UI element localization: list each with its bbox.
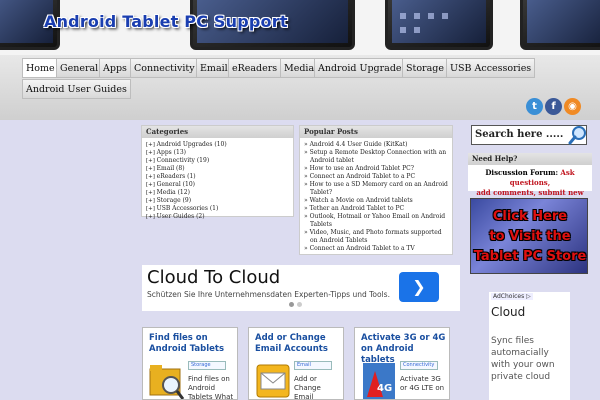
popular-post-link[interactable]: Connect an Android Tablet to a TV [304,245,448,253]
nav-item-apps[interactable]: Apps [99,58,131,78]
popular-posts-heading: Popular Posts [300,126,452,138]
nav-item-media[interactable]: Media [280,58,319,78]
signal-icon: 4G [363,363,395,399]
side-ad-description: Sync files automacially with your own pr… [491,336,555,382]
rss-icon[interactable]: ◉ [564,98,581,115]
category-item[interactable]: eReaders (1) [146,173,289,181]
popular-post-link[interactable]: Outlook, Hotmail or Yahoo Email on Andro… [304,213,448,229]
nav-item-usb-accessories[interactable]: USB Accessories [446,58,536,78]
popular-post-link[interactable]: Tether an Android Tablet to PC [304,205,448,213]
popular-post-link[interactable]: Setup a Remote Desktop Connection with a… [304,149,448,165]
post-card-excerpt: Activate 3G or 4G LTE on [400,375,445,392]
nav-item-email[interactable]: Email [196,58,232,78]
category-item[interactable]: General (10) [146,181,289,189]
nav-item-storage[interactable]: Storage [402,58,448,78]
popular-post-link[interactable]: Android 4.4 User Guide (KitKat) [304,141,448,149]
twitter-icon[interactable]: t [526,98,543,115]
facebook-icon[interactable]: f [545,98,562,115]
post-category-tag[interactable]: Storage [188,361,226,370]
category-item[interactable]: Apps (13) [146,149,289,157]
post-card[interactable]: Add or Change Email Accounts Email Add o… [248,327,344,400]
category-item[interactable]: Android Upgrades (10) [146,141,289,149]
categories-widget: Categories Android Upgrades (10) Apps (1… [141,125,294,220]
category-item[interactable]: Connectivity (19) [146,157,289,165]
tablet-image [385,0,493,50]
category-item[interactable]: Media (12) [146,189,289,197]
category-item[interactable]: User Guides (2) [146,213,289,221]
carousel-dot[interactable] [289,302,294,307]
site-header: Android Tablet PC Support [0,0,600,55]
adchoices-label[interactable]: AdChoices ▷ [491,293,533,300]
tablet-store-banner[interactable]: Click Here to Visit the Tablet PC Store [470,198,588,274]
nav-item-ereaders[interactable]: eReaders [228,58,282,78]
categories-heading: Categories [142,126,293,138]
nav-item-general[interactable]: General [56,58,103,78]
folder-search-icon [149,365,185,399]
cloud-side-ad[interactable]: AdChoices ▷ Cloud Sync files automaciall… [489,292,570,400]
popular-post-link[interactable]: How to use a SD Memory card on an Androi… [304,181,448,197]
store-banner-text: Click Here to Visit the Tablet PC Store [473,209,587,264]
popular-post-link[interactable]: Video, Music, and Photo formats supporte… [304,229,448,245]
nav-item-connectivity[interactable]: Connectivity [130,58,199,78]
category-item[interactable]: USB Accessories (1) [146,205,289,213]
post-card-excerpt: Find files on Android Tablets What [188,375,234,400]
svg-text:4G: 4G [377,383,392,394]
post-card-excerpt: Add or Change Email [294,375,321,400]
popular-post-link[interactable]: How to use an Android Tablet PC? [304,165,448,173]
post-card[interactable]: Activate 3G or 4G on Android tablets 4G … [354,327,450,400]
need-help-box: Discussion Forum: Ask questions, add com… [468,165,592,207]
side-ad-title: Cloud [491,305,526,319]
ad-title: Cloud To Cloud [147,267,281,288]
nav-item-android-upgrades[interactable]: Android Upgrades [314,58,411,78]
category-item[interactable]: Email (8) [146,165,289,173]
post-card[interactable]: Find files on Android Tablets Storage Fi… [142,327,238,400]
post-category-tag[interactable]: Connectivity [400,361,438,370]
popular-post-link[interactable]: Connect an Android Tablet to a PC [304,173,448,181]
tablet-image [520,0,600,50]
category-item[interactable]: Storage (9) [146,197,289,205]
popular-post-link[interactable]: Watch a Movie on Android tablets [304,197,448,205]
search-icon[interactable] [568,125,588,145]
nav-item-home[interactable]: Home [22,58,59,78]
nav-item-user-guides[interactable]: Android User Guides [22,79,131,99]
popular-posts-widget: Popular Posts Android 4.4 User Guide (Ki… [299,125,453,255]
main-nav: Home General Apps Connectivity Email eRe… [0,55,600,120]
post-card-title[interactable]: Find files on Android Tablets [149,333,235,355]
post-card-title[interactable]: Add or Change Email Accounts [255,333,341,355]
site-title[interactable]: Android Tablet PC Support [44,12,288,31]
email-icon [256,364,290,398]
post-category-tag[interactable]: Email [294,361,332,370]
need-help-heading: Need Help? [468,153,592,165]
carousel-dot[interactable] [297,302,302,307]
forum-label: Discussion Forum: [485,168,559,177]
ad-subtitle: Schützen Sie Ihre Unternehmensdaten Expe… [147,290,390,299]
ad-arrow-button[interactable]: ❯ [399,272,439,302]
